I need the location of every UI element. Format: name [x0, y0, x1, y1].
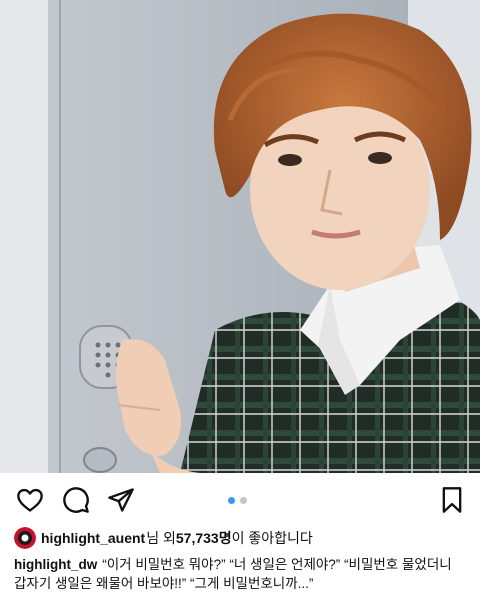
- caption-text-1: “이거 비밀번호 뭐야?” “너 생일은 언제야?” “비밀번호 물었더니: [102, 557, 452, 572]
- post-caption: highlight_dw “이거 비밀번호 뭐야?” “너 생일은 언제야?” “…: [14, 555, 474, 593]
- carousel-indicator: [228, 497, 247, 504]
- comment-icon: [63, 487, 89, 513]
- send-icon: [108, 488, 134, 512]
- likes-summary: highlight_auent 님 외 57,733명 이 좋아합니다: [14, 527, 313, 549]
- likes-count[interactable]: 57,733명: [176, 528, 232, 548]
- bookmark-icon: [442, 487, 462, 513]
- likes-suffix-text: 이 좋아합니다: [231, 530, 313, 546]
- post-photo[interactable]: [0, 0, 480, 473]
- heart-icon: [17, 488, 43, 512]
- liker-avatar[interactable]: [14, 527, 36, 549]
- likes-mid-text: 님 외: [146, 530, 176, 546]
- carousel-dot: [240, 497, 247, 504]
- caption-line-1: highlight_dw “이거 비밀번호 뭐야?” “너 생일은 언제야?” “…: [14, 555, 474, 574]
- caption-username[interactable]: highlight_dw: [14, 557, 97, 572]
- liker-username[interactable]: highlight_auent: [41, 530, 145, 546]
- like-button[interactable]: [16, 486, 44, 514]
- share-button[interactable]: [107, 486, 135, 514]
- save-button[interactable]: [438, 486, 466, 514]
- comment-button[interactable]: [62, 486, 90, 514]
- selfie-photo: [0, 0, 480, 473]
- avatar-image: [14, 527, 36, 549]
- carousel-dot-active: [228, 497, 235, 504]
- caption-line-2: 갑자기 생일은 왜물어 바보야!!” “그게 비밀번호니까...”: [14, 576, 314, 591]
